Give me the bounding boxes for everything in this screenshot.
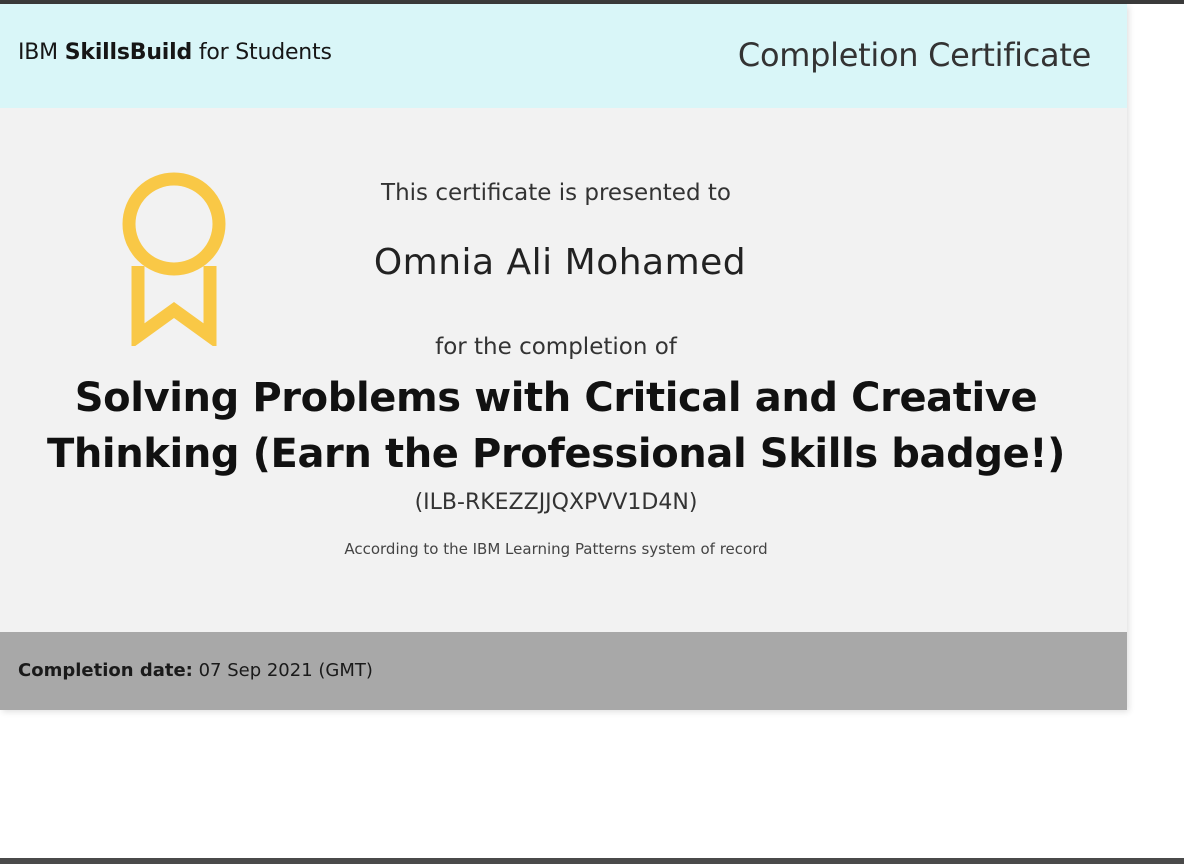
brand-suffix: for Students bbox=[192, 40, 332, 65]
certificate-header: IBM SkillsBuild for Students Completion … bbox=[0, 4, 1127, 108]
course-title: Solving Problems with Critical and Creat… bbox=[46, 375, 1066, 477]
certificate-footer: Completion date: 07 Sep 2021 (GMT) bbox=[0, 632, 1127, 710]
brand-logo-text: IBM SkillsBuild for Students bbox=[18, 40, 332, 65]
record-note: According to the IBM Learning Patterns s… bbox=[344, 540, 768, 558]
completion-date-value: 07 Sep 2021 (GMT) bbox=[192, 660, 373, 681]
completion-of-label: for the completion of bbox=[435, 334, 677, 360]
brand-prefix: IBM bbox=[18, 40, 65, 65]
presented-to-label: This certificate is presented to bbox=[381, 180, 731, 206]
recipient-name: Omnia Ali Mohamed bbox=[373, 242, 747, 283]
course-code: (ILB-RKEZZJJQXPVV1D4N) bbox=[414, 490, 698, 515]
certificate-type-title: Completion Certificate bbox=[737, 36, 1091, 74]
certificate: IBM SkillsBuild for Students Completion … bbox=[0, 4, 1127, 710]
brand-bold: SkillsBuild bbox=[64, 40, 193, 65]
page: IBM SkillsBuild for Students Completion … bbox=[0, 0, 1184, 864]
completion-date: Completion date: 07 Sep 2021 (GMT) bbox=[18, 660, 373, 681]
bottom-edge bbox=[0, 858, 1184, 864]
completion-date-label: Completion date: bbox=[18, 660, 193, 681]
